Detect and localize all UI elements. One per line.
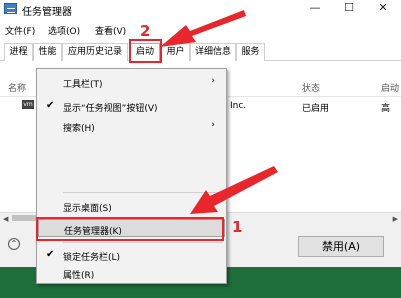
submenu-chevron-icon: › — [211, 76, 215, 86]
column-header-impact[interactable]: 启动 — [381, 81, 399, 94]
menu-bar: 文件(F) 选项(O) 查看(V) — [0, 24, 401, 40]
title-bar: 任务管理器 — ☐ ✕ — [0, 0, 401, 18]
window-title: 任务管理器 — [22, 7, 72, 18]
annotation-box-task-manager — [36, 217, 224, 241]
menu-options[interactable]: 选项(O) — [48, 24, 80, 37]
menu-separator — [63, 242, 223, 243]
annotation-box-startup-tab — [129, 39, 162, 63]
row-status: 已启用 — [302, 104, 330, 114]
menu-item-label: 锁定任务栏(L) — [63, 253, 121, 263]
tab-services[interactable]: 服务 — [236, 43, 265, 61]
checkmark-icon: ✔ — [46, 249, 55, 260]
taskbar-context-menu: 工具栏(T) › ✔ 显示“任务视图”按钮(V) 搜索(H) › 显示桌面(S)… — [36, 68, 227, 284]
disable-button[interactable]: 禁用(A) — [298, 236, 384, 257]
column-header-name[interactable]: 名称 — [8, 81, 26, 94]
scroll-right-icon[interactable]: ▶ — [393, 215, 398, 223]
menu-separator — [63, 192, 223, 193]
tab-details[interactable]: 详细信息 — [190, 43, 236, 61]
row-impact: 高 — [381, 104, 391, 114]
tab-users[interactable]: 用户 — [161, 43, 190, 61]
minimize-button[interactable]: — — [298, 0, 332, 16]
menu-item-label: 搜索(H) — [63, 124, 95, 134]
maximize-button[interactable]: ☐ — [332, 0, 366, 16]
menu-item-label: 属性(R) — [63, 271, 95, 281]
menu-item-show-desktop[interactable]: 显示桌面(S) — [38, 197, 225, 215]
annotation-number-2: 2 — [140, 22, 151, 40]
submenu-chevron-icon: › — [211, 120, 215, 130]
row-publisher: Inc. — [230, 101, 247, 111]
vmware-icon: vm — [22, 100, 34, 109]
menu-item-lock-taskbar[interactable]: ✔ 锁定任务栏(L) — [38, 246, 225, 264]
menu-file[interactable]: 文件(F) — [5, 24, 35, 37]
tab-strip: 进程 性能 应用历史记录 启动 用户 详细信息 服务 — [0, 42, 401, 62]
menu-item-label: 工具栏(T) — [63, 80, 103, 90]
menu-item-label: 显示桌面(S) — [63, 204, 112, 214]
annotation-number-1: 1 — [232, 218, 243, 236]
collapse-details-icon[interactable]: ⌃ — [8, 238, 20, 250]
tab-app-history[interactable]: 应用历史记录 — [62, 43, 128, 61]
checkmark-icon: ✔ — [46, 100, 55, 111]
menu-item-search[interactable]: 搜索(H) › — [38, 117, 225, 135]
tab-performance[interactable]: 性能 — [33, 43, 62, 61]
menu-view[interactable]: 查看(V) — [95, 24, 126, 37]
menu-item-label: 显示“任务视图”按钮(V) — [63, 104, 158, 114]
menu-item-properties[interactable]: 属性(R) — [38, 264, 225, 282]
task-manager-app-icon — [4, 3, 17, 14]
menu-item-toolbars[interactable]: 工具栏(T) › — [38, 73, 225, 91]
scroll-left-icon[interactable]: ◀ — [3, 215, 8, 223]
column-header-status[interactable]: 状态 — [302, 81, 320, 94]
tab-processes[interactable]: 进程 — [4, 43, 33, 61]
close-button[interactable]: ✕ — [366, 0, 400, 16]
menu-item-show-task-view[interactable]: ✔ 显示“任务视图”按钮(V) — [38, 97, 225, 115]
